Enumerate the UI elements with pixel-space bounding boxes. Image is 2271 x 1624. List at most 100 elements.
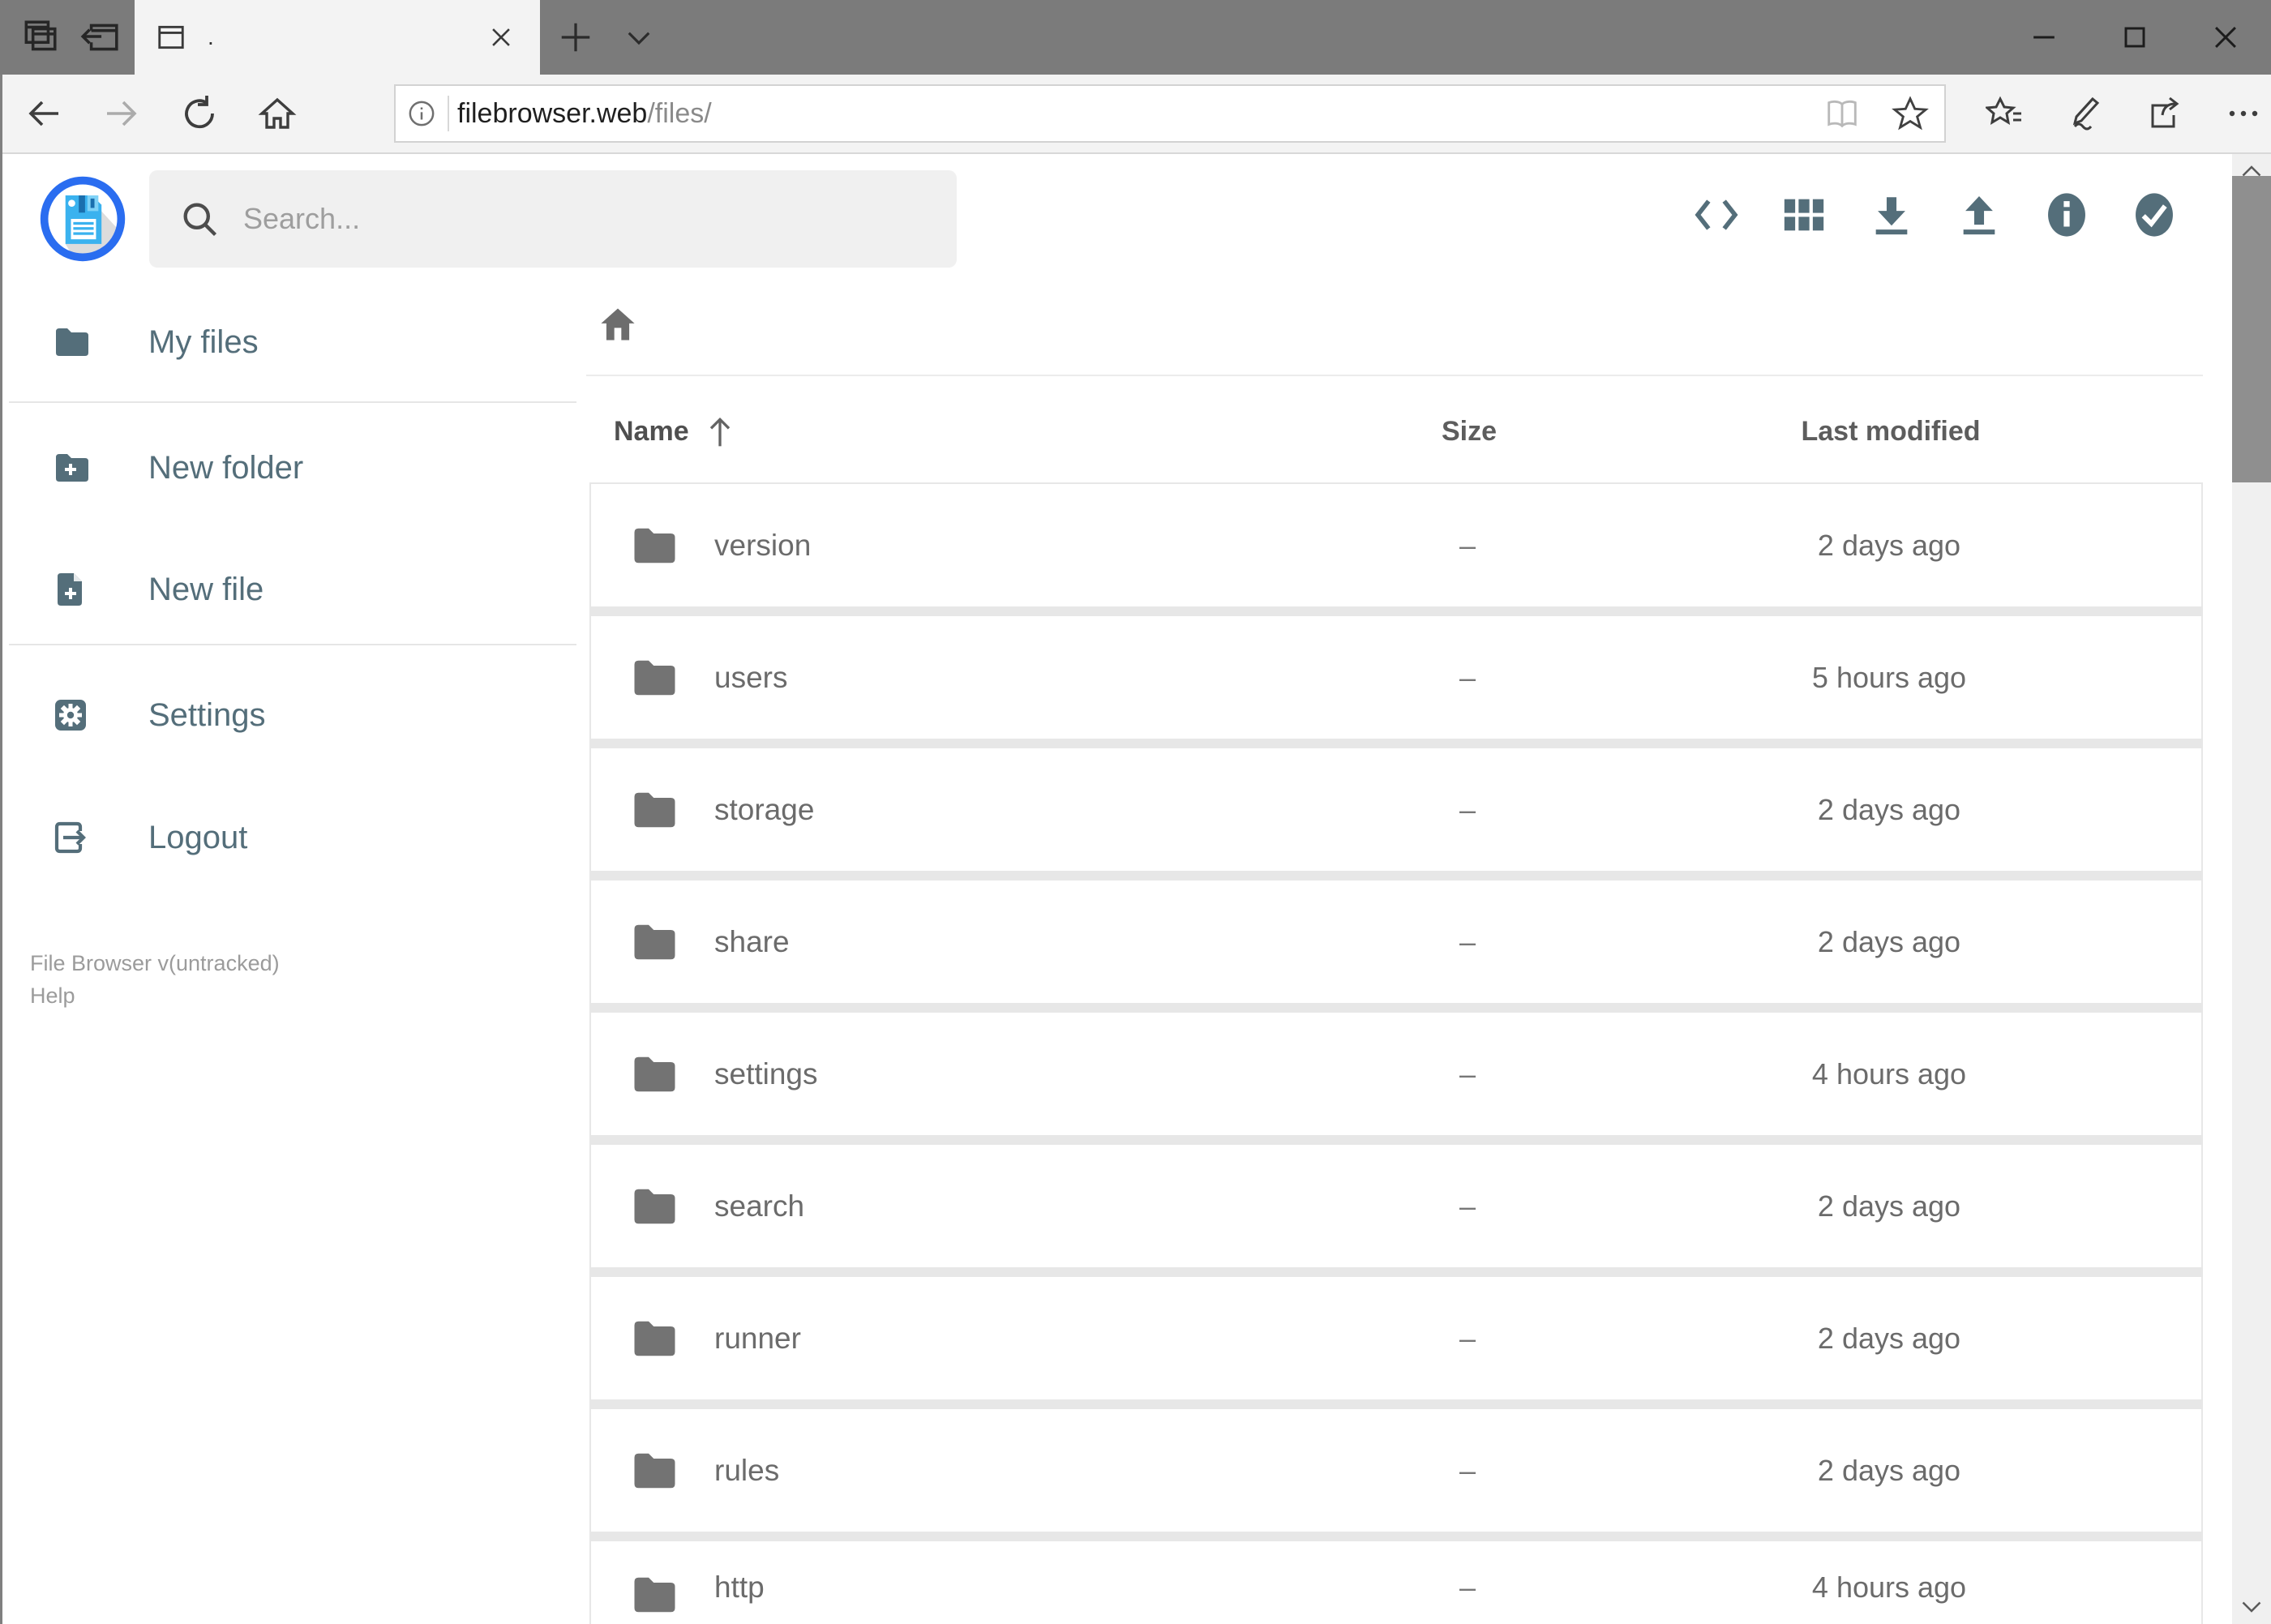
file-size: – — [1459, 660, 1476, 694]
folder-icon — [634, 1453, 675, 1488]
favorites-hub-icon[interactable] — [1965, 75, 2045, 152]
folder-icon — [634, 1189, 675, 1223]
upload-icon[interactable] — [1935, 166, 2023, 264]
code-view-icon[interactable] — [1673, 166, 1760, 264]
add-favorite-star-icon[interactable] — [1876, 88, 1944, 139]
file-modified: 2 days ago — [1817, 792, 1961, 826]
site-info-icon[interactable] — [396, 97, 448, 130]
maximize-button[interactable] — [2089, 0, 2180, 75]
help-link[interactable]: Help — [30, 979, 75, 1012]
download-icon[interactable] — [1848, 166, 1935, 264]
file-name: search — [714, 1189, 805, 1223]
column-header-size[interactable]: Size — [1242, 416, 1696, 448]
column-header-modified[interactable]: Last modified — [1696, 416, 2085, 448]
folder-icon — [634, 924, 675, 959]
reading-view-icon[interactable] — [1808, 88, 1876, 139]
file-modified: 5 hours ago — [1811, 660, 1967, 694]
scrollbar-thumb[interactable] — [2232, 176, 2271, 482]
minimize-button[interactable] — [1999, 0, 2089, 75]
sidebar-item-settings[interactable]: Settings — [2, 671, 586, 760]
tab-list-chevron-icon[interactable] — [610, 0, 668, 75]
search-input[interactable] — [243, 202, 908, 236]
sidebar-item-new-file[interactable]: New file — [2, 545, 586, 634]
scrollbar-down-arrow-icon[interactable] — [2232, 1588, 2271, 1624]
url-text[interactable]: filebrowser.web/files/ — [457, 98, 1808, 130]
url-path: /files/ — [647, 97, 712, 129]
tabs-set-aside-preview-icon[interactable] — [11, 0, 68, 75]
sidebar-item-label: Settings — [148, 696, 266, 733]
file-row[interactable]: http – 4 hours ago — [591, 1541, 2201, 1624]
file-name: settings — [714, 1056, 818, 1091]
file-row[interactable]: version – 2 days ago — [591, 484, 2201, 606]
filebrowser-logo-icon[interactable] — [36, 172, 130, 266]
file-row[interactable]: runner – 2 days ago — [591, 1277, 2201, 1399]
web-note-pen-icon[interactable] — [2045, 75, 2124, 152]
address-bar-divider — [448, 96, 449, 131]
home-icon — [601, 308, 635, 341]
filebrowser-app: My files New folder New file — [0, 154, 2271, 1624]
folder-icon — [634, 528, 675, 563]
file-list: version – 2 days ago users – 5 hours ago — [589, 482, 2203, 1624]
file-row[interactable]: search – 2 days ago — [591, 1145, 2201, 1267]
listing-header: Name Size Last modified — [589, 397, 2203, 465]
window-left-border — [0, 75, 2, 1624]
folder-icon — [634, 1321, 675, 1356]
sidebar-item-my-files[interactable]: My files — [2, 298, 586, 387]
tab-close-icon[interactable] — [483, 19, 519, 55]
file-size: – — [1459, 1321, 1476, 1355]
file-modified: 4 hours ago — [1811, 1056, 1967, 1091]
file-name: share — [714, 924, 790, 958]
share-icon[interactable] — [2124, 75, 2204, 152]
folder-icon — [634, 792, 675, 827]
file-name: version — [714, 528, 812, 562]
back-button[interactable] — [5, 75, 83, 152]
browser-tab[interactable]: . — [135, 0, 540, 75]
file-row[interactable]: settings – 4 hours ago — [591, 1013, 2201, 1135]
file-row[interactable]: share – 2 days ago — [591, 881, 2201, 1003]
file-listing-area: Name Size Last modified version – 2 days… — [586, 276, 2232, 1624]
file-size: – — [1459, 792, 1476, 826]
file-row[interactable]: storage – 2 days ago — [591, 748, 2201, 871]
forward-button[interactable] — [83, 75, 161, 152]
file-name: users — [714, 660, 788, 694]
sort-by-name-button[interactable]: Name — [614, 413, 1242, 449]
page-favicon-icon — [158, 25, 184, 49]
file-size: – — [1459, 1570, 1476, 1604]
select-check-circle-icon[interactable] — [2110, 166, 2198, 264]
breadcrumb-home-button[interactable] — [592, 298, 644, 350]
navigation-bar: filebrowser.web/files/ — [0, 75, 2271, 154]
file-name: runner — [714, 1321, 801, 1355]
app-version-text: File Browser v(untracked) — [30, 951, 280, 975]
sidebar-item-new-folder[interactable]: New folder — [2, 423, 586, 512]
refresh-button[interactable] — [161, 75, 238, 152]
search-bar[interactable] — [149, 170, 957, 268]
file-modified: 2 days ago — [1817, 528, 1961, 562]
folder-icon — [634, 1056, 675, 1091]
info-icon[interactable] — [2023, 166, 2110, 264]
sidebar-item-logout[interactable]: Logout — [2, 793, 586, 882]
logout-icon — [54, 821, 86, 854]
more-options-icon[interactable] — [2204, 75, 2271, 152]
sidebar-item-label: Logout — [148, 819, 248, 855]
note-add-icon — [58, 573, 82, 606]
sidebar-footer: File Browser v(untracked) Help — [30, 947, 280, 1012]
file-size: – — [1459, 528, 1476, 562]
sort-ascending-arrow-icon — [709, 417, 730, 447]
file-size: – — [1459, 1056, 1476, 1091]
tab-bar: . — [0, 0, 2271, 75]
sidebar-item-label: New file — [148, 571, 264, 607]
set-tabs-aside-icon[interactable] — [71, 0, 128, 75]
page-scrollbar[interactable] — [2232, 154, 2271, 1624]
close-window-button[interactable] — [2180, 0, 2271, 75]
folder-icon — [634, 660, 675, 695]
file-row[interactable]: users – 5 hours ago — [591, 616, 2201, 739]
new-tab-button[interactable] — [548, 0, 603, 75]
address-bar[interactable]: filebrowser.web/files/ — [394, 84, 1946, 143]
window-controls — [1999, 0, 2271, 75]
grid-view-icon[interactable] — [1760, 166, 1848, 264]
home-button[interactable] — [238, 75, 316, 152]
file-size: – — [1459, 924, 1476, 958]
tab-title: . — [208, 24, 214, 49]
file-row[interactable]: rules – 2 days ago — [591, 1409, 2201, 1532]
sidebar-divider — [9, 401, 576, 403]
